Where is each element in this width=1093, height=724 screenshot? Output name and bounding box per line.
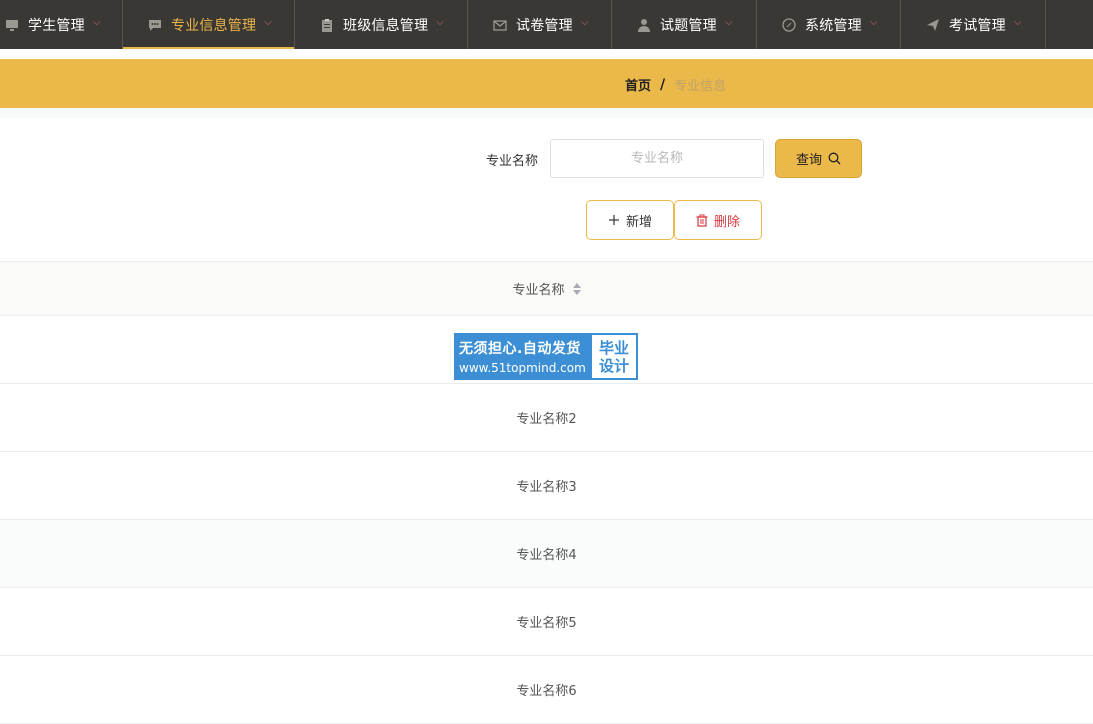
major-table: 专业名称 专业名称2 专业名称3 专业名称4 专业名称5 专业名称6 [0, 261, 1093, 724]
watermark-right-text: 设计 [598, 356, 629, 375]
nav-label: 专业信息管理 [171, 17, 257, 34]
delete-button-label: 删除 [713, 214, 740, 230]
search-icon [828, 152, 841, 165]
table-cell-major-name: 专业名称5 [516, 616, 577, 631]
chevron-down-icon: ⌵ [264, 17, 272, 28]
sort-icon[interactable] [572, 282, 581, 295]
breadcrumb-bar: 首页 / 专业信息 [0, 59, 1093, 108]
nav-item-class-info-management[interactable]: 班级信息管理 ⌵ [295, 0, 468, 49]
mail-icon [492, 17, 508, 33]
send-icon [925, 17, 941, 33]
nav-item-system-management[interactable]: 系统管理 ⌵ [757, 0, 901, 49]
breadcrumb-current: 专业信息 [674, 79, 727, 94]
delete-button[interactable]: 删除 [674, 200, 762, 240]
table-header: 专业名称 [0, 261, 1093, 316]
chevron-down-icon: ⌵ [580, 17, 589, 28]
nav-label: 学生管理 [28, 17, 85, 34]
user-icon [636, 17, 652, 33]
breadcrumb-home[interactable]: 首页 [625, 75, 651, 94]
monitor-icon [4, 17, 20, 33]
query-button-label: 查询 [795, 153, 822, 168]
column-header-major-name[interactable]: 专业名称 [512, 279, 564, 298]
nav-item-question-management[interactable]: 试题管理 ⌵ [612, 0, 757, 49]
chevron-down-icon: ⌵ [436, 17, 444, 28]
table-row[interactable]: 专业名称3 [0, 452, 1093, 520]
compass-icon [781, 17, 797, 33]
chevron-down-icon: ⌵ [1013, 17, 1022, 28]
watermark-url: www.51topmind.com [459, 361, 586, 375]
trash-icon [696, 214, 708, 227]
major-name-search-input[interactable] [550, 139, 764, 178]
nav-label: 试卷管理 [516, 17, 573, 34]
watermark-right-text: 毕业 [598, 338, 629, 357]
table-cell-major-name: 专业名称2 [516, 412, 577, 427]
nav-item-exam-management[interactable]: 考试管理 ⌵ [901, 0, 1046, 49]
clipboard-icon [319, 17, 335, 33]
watermark-text: 无须担心.自动发货 [459, 341, 581, 357]
nav-item-student-management[interactable]: 学生管理 ⌵ [0, 0, 123, 49]
query-button[interactable]: 查询 [775, 139, 862, 178]
nav-item-major-info-management[interactable]: 专业信息管理 ⌵ [123, 0, 295, 49]
chevron-down-icon: ⌵ [869, 17, 878, 28]
breadcrumb-separator: / [660, 76, 666, 93]
table-cell-major-name: 专业名称6 [516, 684, 577, 699]
plus-icon [608, 214, 620, 226]
chat-icon [147, 17, 163, 33]
chevron-down-icon: ⌵ [92, 17, 101, 28]
watermark-right: 毕业 设计 [592, 335, 636, 378]
top-navigation: 学生管理 ⌵ 专业信息管理 ⌵ 班级信息管理 ⌵ 试卷管理 ⌵ 试题管理 ⌵ 系 [0, 0, 1093, 49]
chevron-down-icon: ⌵ [724, 17, 733, 28]
watermark-badge: 无须担心.自动发货 www.51topmind.com 毕业 设计 [454, 333, 638, 380]
breadcrumb: 首页 / 专业信息 [625, 75, 727, 95]
table-cell-major-name: 专业名称4 [516, 548, 577, 563]
search-label: 专业名称 [486, 154, 539, 169]
nav-item-exam-paper-management[interactable]: 试卷管理 ⌵ [468, 0, 612, 49]
nav-label: 考试管理 [949, 17, 1006, 34]
table-cell-major-name: 专业名称3 [516, 480, 577, 495]
watermark-left: 无须担心.自动发货 www.51topmind.com [456, 335, 592, 378]
table-row[interactable]: 专业名称2 [0, 384, 1093, 452]
nav-label: 试题管理 [660, 17, 717, 34]
nav-label: 班级信息管理 [343, 17, 429, 34]
spacer [0, 49, 1093, 59]
table-row[interactable]: 专业名称5 [0, 588, 1093, 656]
nav-label: 系统管理 [805, 17, 862, 34]
spacer [0, 108, 1093, 118]
table-row[interactable]: 专业名称4 [0, 520, 1093, 588]
add-button-label: 新增 [625, 214, 652, 230]
add-button[interactable]: 新增 [586, 200, 674, 240]
